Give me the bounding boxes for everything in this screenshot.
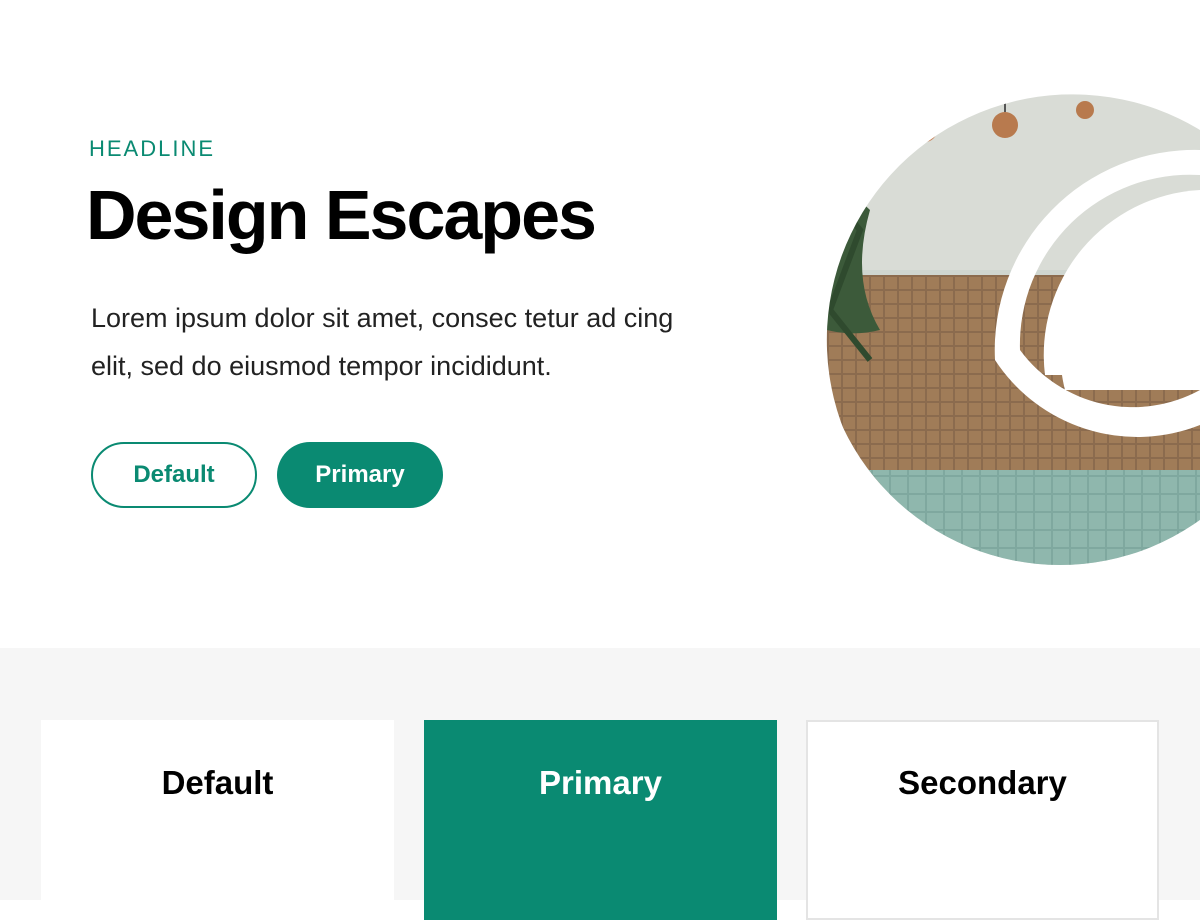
- primary-card[interactable]: Primary: [424, 720, 777, 920]
- secondary-card-label: Secondary: [898, 764, 1067, 801]
- hero-description: Lorem ipsum dolor sit amet, consec tetur…: [91, 303, 674, 381]
- cards-section: Default Primary Secondary: [0, 648, 1200, 920]
- default-button[interactable]: Default: [91, 442, 257, 508]
- secondary-card[interactable]: Secondary: [806, 720, 1159, 920]
- hero-pool-image: [800, 80, 1200, 565]
- primary-card-label: Primary: [539, 764, 662, 801]
- primary-button[interactable]: Primary: [277, 442, 443, 508]
- page-title: Design Escapes: [86, 176, 597, 254]
- default-card-label: Default: [161, 764, 274, 801]
- default-card[interactable]: Default: [41, 720, 394, 920]
- headline-eyebrow: HEADLINE: [89, 136, 216, 161]
- hero-section: HEADLINE Design Escapes Lorem ipsum dolo…: [0, 0, 1200, 648]
